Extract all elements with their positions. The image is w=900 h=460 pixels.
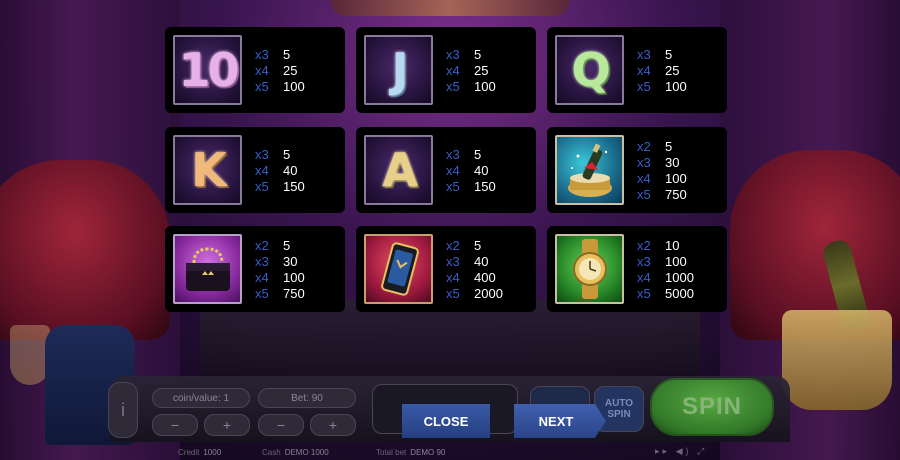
credit-status: Credit 1000 bbox=[178, 448, 221, 460]
credit-value: 1000 bbox=[203, 448, 222, 457]
coin-minus-button[interactable]: − bbox=[152, 414, 198, 436]
payout-row: x5 100 bbox=[637, 79, 687, 94]
symbol-label: A bbox=[382, 143, 418, 197]
sofa-left bbox=[0, 160, 170, 340]
payout-row: x2 10 bbox=[637, 238, 680, 253]
payout-row: x4 25 bbox=[446, 63, 489, 78]
payout-list: x3 5 x4 25 x5 100 bbox=[446, 47, 496, 95]
paytable-card-champagne: x2 5 x3 30 x4 100 x5 750 bbox=[547, 127, 727, 213]
payout-row: x3 30 bbox=[255, 254, 298, 269]
payout-row: x2 5 bbox=[255, 238, 291, 253]
paytable-card-smartphone: x2 5 x3 40 x4 400 x5 2000 bbox=[356, 226, 536, 312]
payout-row: x4 40 bbox=[255, 163, 298, 178]
payout-row: x2 5 bbox=[637, 139, 673, 154]
slot-machine-base bbox=[200, 300, 700, 380]
payout-list: x3 5 x4 40 x5 150 bbox=[255, 147, 305, 195]
payout-list: x2 10 x3 100 x4 1000 x5 5000 bbox=[637, 238, 694, 302]
glass-icon bbox=[10, 325, 50, 385]
paytable-card-handbag: x2 5 x3 30 x4 100 x5 750 bbox=[165, 226, 345, 312]
symbol-10-icon: 10 bbox=[173, 35, 242, 105]
champagne-bucket-icon bbox=[555, 135, 624, 205]
payout-row: x3 100 bbox=[637, 254, 687, 269]
paytable-card-watch: x2 10 x3 100 x4 1000 x5 5000 bbox=[547, 226, 727, 312]
symbol-j-icon: J bbox=[364, 35, 433, 105]
info-button[interactable]: i bbox=[108, 382, 138, 438]
symbol-k-icon: K bbox=[173, 135, 242, 205]
ice-bucket-decoration bbox=[782, 310, 892, 410]
credit-label: Credit bbox=[178, 448, 200, 457]
payout-row: x4 1000 bbox=[637, 270, 694, 285]
payout-row: x3 5 bbox=[637, 47, 673, 62]
spin-button[interactable]: SPIN bbox=[650, 378, 774, 436]
fullscreen-icon[interactable]: ⤢ bbox=[697, 446, 707, 456]
payout-row: x4 25 bbox=[255, 63, 298, 78]
gold-watch-icon bbox=[555, 234, 624, 304]
payout-row: x4 100 bbox=[255, 270, 305, 285]
coin-plus-button[interactable]: + bbox=[204, 414, 250, 436]
bet-field: Bet: 90 bbox=[258, 388, 356, 408]
payout-row: x3 5 bbox=[446, 147, 482, 162]
payout-row: x3 5 bbox=[446, 47, 482, 62]
payout-list: x2 5 x3 30 x4 100 x5 750 bbox=[637, 139, 687, 203]
payout-row: x5 5000 bbox=[637, 286, 694, 301]
total-bet-status: Total bet DEMO 90 bbox=[376, 448, 445, 460]
payout-row: x4 25 bbox=[637, 63, 680, 78]
payout-row: x4 40 bbox=[446, 163, 489, 178]
symbol-label: Q bbox=[571, 43, 610, 97]
payout-row: x3 30 bbox=[637, 155, 680, 170]
payout-row: x5 150 bbox=[446, 179, 496, 194]
payout-row: x5 2000 bbox=[446, 286, 503, 301]
payout-row: x5 100 bbox=[255, 79, 305, 94]
payout-row: x5 150 bbox=[255, 179, 305, 194]
handbag-icon bbox=[173, 234, 242, 304]
fast-forward-icon[interactable]: ▸▸ bbox=[655, 446, 670, 456]
cash-label: Cash bbox=[262, 448, 281, 457]
coin-value-field: coin/value: 1 bbox=[152, 388, 250, 408]
cash-value: DEMO 1000 bbox=[284, 448, 329, 457]
sound-icon[interactable]: ◀) bbox=[676, 446, 692, 456]
paytable-card-10: 10 x3 5 x4 25 x5 100 bbox=[165, 27, 345, 113]
payout-row: x5 750 bbox=[255, 286, 305, 301]
symbol-label: 10 bbox=[178, 43, 239, 97]
paytable-card-j: J x3 5 x4 25 x5 100 bbox=[356, 27, 536, 113]
symbol-a-icon: A bbox=[364, 135, 433, 205]
payout-list: x3 5 x4 25 x5 100 bbox=[637, 47, 687, 95]
paytable-card-q: Q x3 5 x4 25 x5 100 bbox=[547, 27, 727, 113]
next-button[interactable]: NEXT bbox=[514, 404, 606, 438]
payout-row: x3 5 bbox=[255, 147, 291, 162]
payout-list: x3 5 x4 40 x5 150 bbox=[446, 147, 496, 195]
payout-row: x2 5 bbox=[446, 238, 482, 253]
paytable-card-k: K x3 5 x4 40 x5 150 bbox=[165, 127, 345, 213]
speed-controls[interactable]: ▸▸ ◀) ⤢ bbox=[655, 446, 707, 457]
close-button[interactable]: CLOSE bbox=[402, 404, 490, 438]
symbol-label: J bbox=[391, 43, 408, 97]
payout-row: x5 100 bbox=[446, 79, 496, 94]
payout-list: x3 5 x4 25 x5 100 bbox=[255, 47, 305, 95]
payout-list: x2 5 x3 30 x4 100 x5 750 bbox=[255, 238, 305, 302]
smartphone-icon bbox=[364, 234, 433, 304]
paytable-card-a: A x3 5 x4 40 x5 150 bbox=[356, 127, 536, 213]
bet-plus-button[interactable]: + bbox=[310, 414, 356, 436]
payout-row: x4 100 bbox=[637, 171, 687, 186]
total-bet-value: DEMO 90 bbox=[410, 448, 446, 457]
payout-row: x3 40 bbox=[446, 254, 489, 269]
total-bet-label: Total bet bbox=[376, 448, 407, 457]
payout-list: x2 5 x3 40 x4 400 x5 2000 bbox=[446, 238, 503, 302]
cash-status: Cash DEMO 1000 bbox=[262, 448, 329, 460]
symbol-q-icon: Q bbox=[555, 35, 624, 105]
bet-minus-button[interactable]: − bbox=[258, 414, 304, 436]
game-logo bbox=[330, 0, 570, 16]
payout-row: x4 400 bbox=[446, 270, 496, 285]
symbol-label: K bbox=[191, 143, 227, 197]
payout-row: x3 5 bbox=[255, 47, 291, 62]
payout-row: x5 750 bbox=[637, 187, 687, 202]
